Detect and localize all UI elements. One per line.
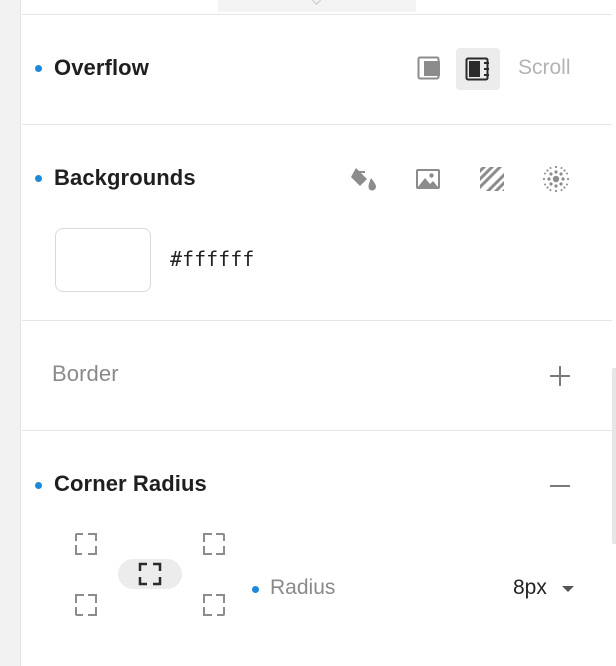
image-icon bbox=[416, 169, 440, 189]
overflow-hidden-icon bbox=[465, 57, 489, 81]
caret-down-icon[interactable] bbox=[562, 586, 574, 592]
divider bbox=[22, 14, 612, 15]
divider bbox=[22, 430, 612, 431]
background-pattern-button[interactable] bbox=[472, 159, 512, 199]
gradient-radial-icon bbox=[542, 165, 570, 193]
background-image-button[interactable] bbox=[408, 159, 448, 199]
divider bbox=[22, 124, 612, 125]
radius-label: Radius bbox=[270, 576, 336, 599]
scrollbar-track[interactable] bbox=[612, 0, 616, 666]
corner-top-left-icon[interactable] bbox=[74, 532, 98, 556]
corner-radius-title: Corner Radius bbox=[54, 471, 207, 496]
collapse-handle[interactable] bbox=[218, 0, 416, 12]
scrollbar-thumb[interactable] bbox=[612, 368, 616, 544]
overflow-visible-icon bbox=[417, 56, 440, 80]
backgrounds-title: Backgrounds bbox=[54, 165, 196, 190]
radius-value-select[interactable]: 8px bbox=[513, 576, 547, 600]
corner-bottom-right-icon[interactable] bbox=[202, 593, 226, 617]
overflow-visible-button[interactable] bbox=[410, 48, 450, 88]
background-color-button[interactable] bbox=[344, 159, 384, 199]
modified-indicator-dot bbox=[35, 65, 42, 72]
corner-top-right-icon[interactable] bbox=[202, 532, 226, 556]
remove-corner-radius-icon[interactable] bbox=[548, 474, 572, 498]
left-rail bbox=[0, 0, 21, 666]
paint-bucket-icon bbox=[351, 168, 376, 191]
modified-indicator-dot bbox=[35, 482, 42, 489]
background-gradient-button[interactable] bbox=[536, 159, 576, 199]
modified-indicator-dot bbox=[35, 175, 42, 182]
modified-indicator-dot bbox=[252, 586, 259, 593]
background-color-hex-input[interactable]: #ffffff bbox=[170, 247, 254, 271]
add-border-icon[interactable] bbox=[548, 364, 572, 388]
all-corners-button[interactable] bbox=[118, 559, 182, 589]
overflow-hidden-button[interactable] bbox=[456, 48, 500, 90]
all-corners-icon bbox=[138, 562, 162, 586]
chevron-down-icon bbox=[310, 0, 323, 5]
overflow-scroll-option[interactable]: Scroll bbox=[518, 56, 571, 80]
border-title: Border bbox=[52, 361, 119, 386]
background-color-swatch[interactable] bbox=[55, 228, 151, 292]
divider bbox=[22, 320, 612, 321]
overflow-title: Overflow bbox=[54, 55, 149, 80]
pattern-stripes-icon bbox=[480, 167, 504, 191]
corner-bottom-left-icon[interactable] bbox=[74, 593, 98, 617]
